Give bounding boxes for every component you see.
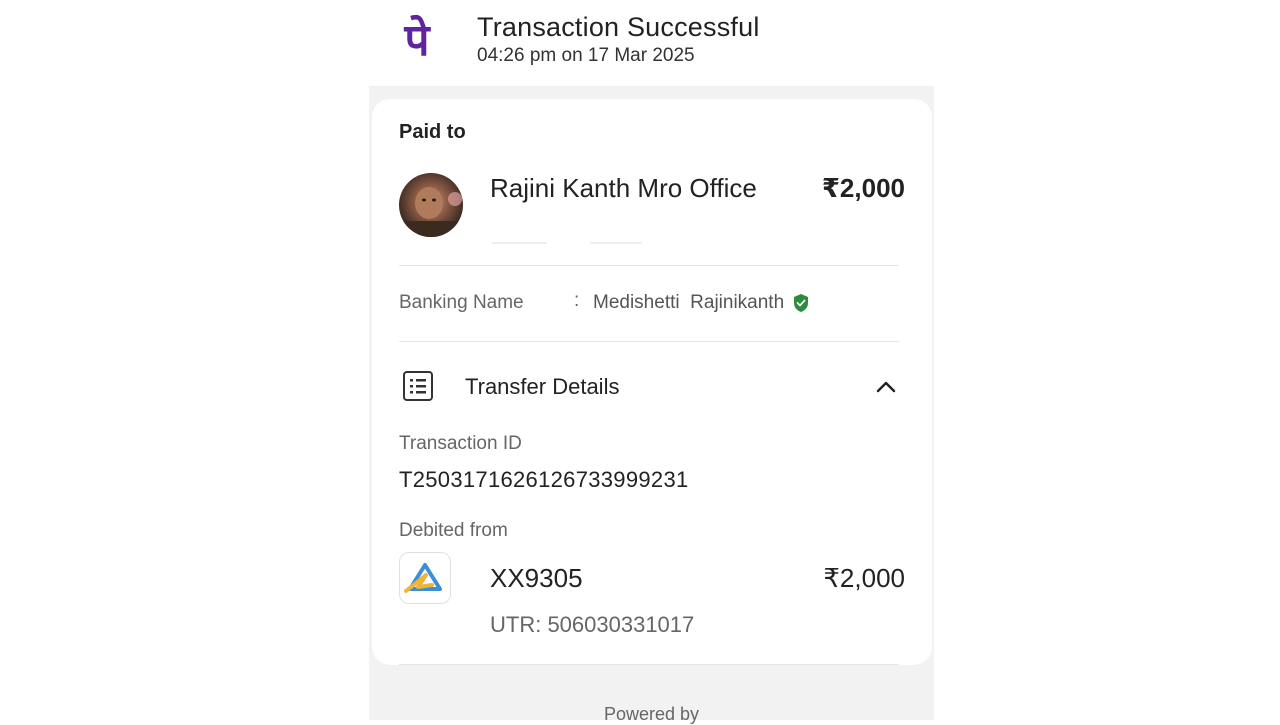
divider [399, 664, 899, 665]
payee-name: Rajini Kanth Mro Office [490, 173, 757, 203]
transaction-id-value[interactable]: T2503171626126733999231 [399, 467, 689, 493]
receipt-list-icon [402, 370, 434, 402]
divider [399, 265, 899, 266]
divider [399, 341, 899, 342]
avatar [399, 173, 463, 237]
paid-to-label: Paid to [399, 121, 466, 143]
redacted-detail [492, 242, 547, 244]
chevron-up-icon[interactable] [874, 375, 898, 399]
banking-name-value: Medishetti Rajinikanth [593, 292, 810, 314]
banking-name-text: Medishetti Rajinikanth [593, 292, 785, 313]
utr-number[interactable]: UTR: 506030331017 [490, 612, 694, 638]
shield-check-icon [792, 293, 810, 313]
banking-name-label: Banking Name [399, 292, 524, 313]
debited-amount: ₹2,000 [823, 563, 905, 593]
debited-account-number: XX9305 [490, 563, 583, 593]
transaction-timestamp: 04:26 pm on 17 Mar 2025 [477, 45, 695, 66]
debited-from-label: Debited from [399, 520, 508, 541]
powered-by-label: Powered by [603, 704, 700, 724]
payment-amount: ₹2,000 [821, 173, 905, 203]
receipt-screen: पे Transaction Successful 04:26 pm on 17… [369, 0, 934, 724]
banking-name-separator: : [574, 290, 580, 311]
page-title: Transaction Successful [477, 12, 760, 42]
header: पे Transaction Successful 04:26 pm on 17… [369, 0, 934, 86]
transaction-card: Paid to Rajini Kanth Mro Office ₹2,000 B… [372, 99, 932, 665]
bank-logo-icon [399, 552, 451, 604]
transfer-details-title[interactable]: Transfer Details [465, 374, 619, 400]
transaction-id-label: Transaction ID [399, 433, 522, 454]
phonepe-logo-icon: पे [404, 15, 430, 66]
redacted-detail [590, 242, 642, 244]
